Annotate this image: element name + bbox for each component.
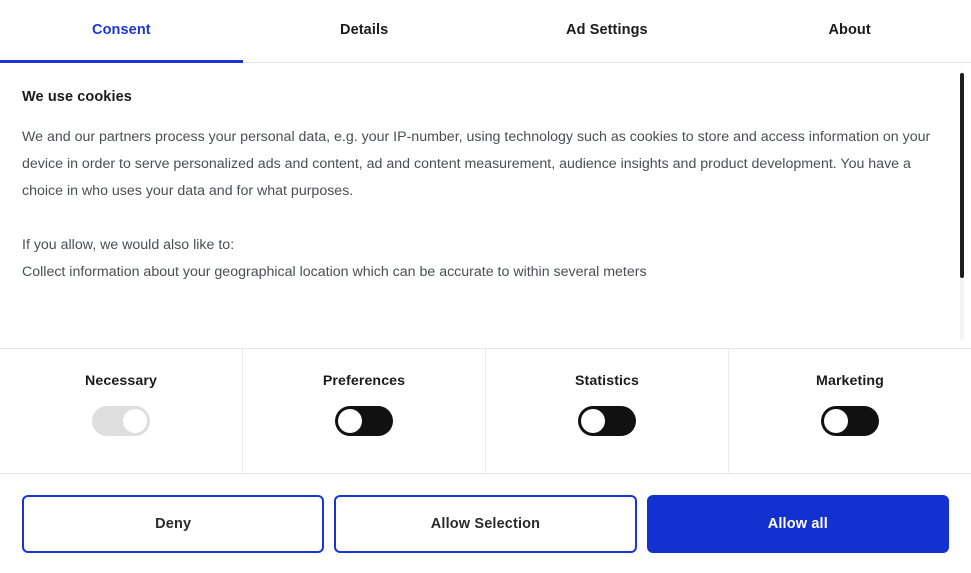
content-scrollbar-track[interactable] [960,71,964,340]
consent-content-area: We use cookies We and our partners proce… [0,63,971,349]
tab-details[interactable]: Details [243,0,486,62]
category-statistics[interactable]: Statistics [486,349,729,473]
allow-selection-button-label: Allow Selection [431,516,540,532]
category-marketing[interactable]: Marketing [729,349,971,473]
action-button-row: Deny Allow Selection Allow all [0,474,971,573]
toggle-necessary[interactable] [92,406,150,436]
toggle-preferences[interactable] [335,406,393,436]
tab-details-label: Details [340,22,388,38]
allow-all-button-label: Allow all [768,516,828,532]
toggle-marketing[interactable] [821,406,879,436]
content-heading: We use cookies [22,89,931,105]
category-statistics-label: Statistics [575,373,639,389]
deny-button[interactable]: Deny [22,495,324,553]
tab-bar: Consent Details Ad Settings About [0,0,971,63]
allow-selection-button[interactable]: Allow Selection [334,495,636,553]
content-paragraph: We and our partners process your persona… [22,124,931,205]
tab-about[interactable]: About [728,0,971,62]
toggle-knob-icon [581,409,605,433]
allow-all-button[interactable]: Allow all [647,495,949,553]
toggle-knob-icon [824,409,848,433]
content-faded-block: If you allow, we would also like to: Col… [22,232,931,286]
category-necessary[interactable]: Necessary [0,349,243,473]
category-preferences[interactable]: Preferences [243,349,486,473]
tab-consent-label: Consent [92,22,151,38]
content-faded-intro: If you allow, we would also like to: [22,232,931,259]
category-marketing-label: Marketing [816,373,884,389]
tab-ad-settings[interactable]: Ad Settings [486,0,729,62]
deny-button-label: Deny [155,516,191,532]
toggle-knob-icon [123,409,147,433]
consent-content: We use cookies We and our partners proce… [0,63,971,348]
category-preferences-label: Preferences [323,373,405,389]
tab-ad-settings-label: Ad Settings [566,22,648,38]
toggle-statistics[interactable] [578,406,636,436]
tab-consent[interactable]: Consent [0,0,243,62]
content-faded-item: Collect information about your geographi… [22,259,931,286]
content-scrollbar-thumb[interactable] [960,73,964,278]
toggle-knob-icon [338,409,362,433]
category-toggle-row: Necessary Preferences Statistics Marketi… [0,349,971,474]
category-necessary-label: Necessary [85,373,157,389]
cookie-consent-banner: Consent Details Ad Settings About We use… [0,0,971,573]
tab-about-label: About [828,22,870,38]
